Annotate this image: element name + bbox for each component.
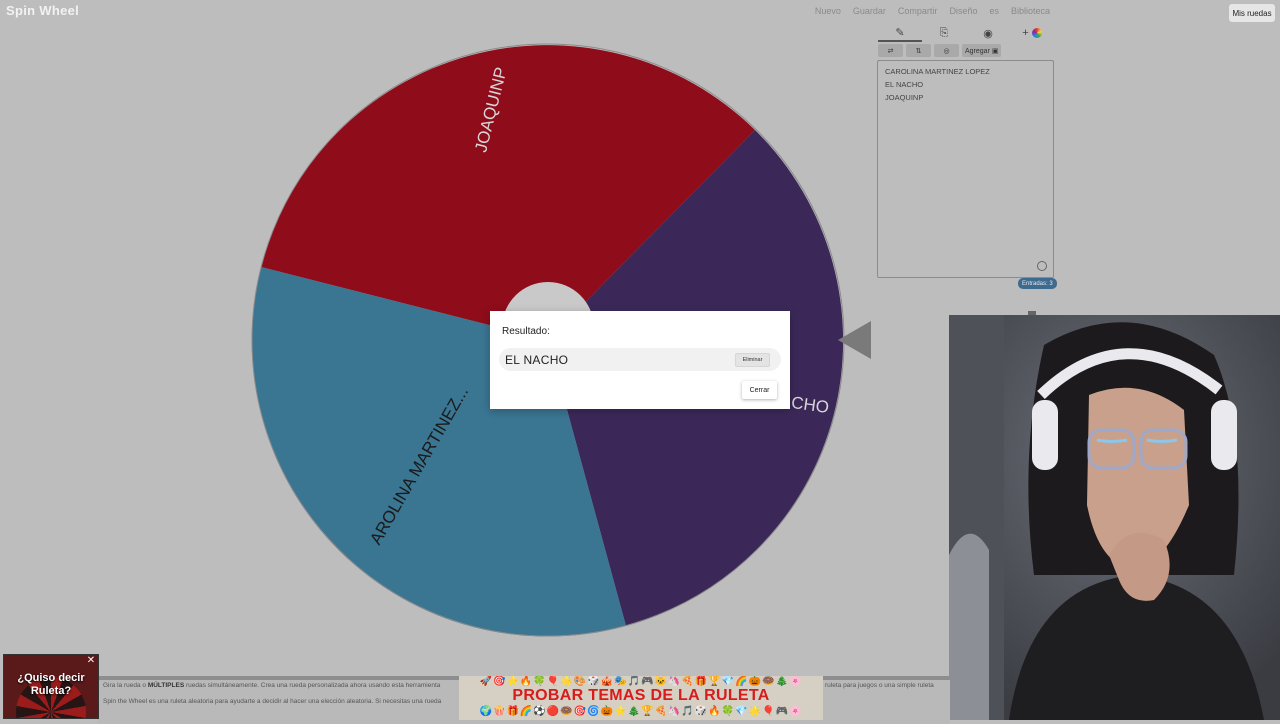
nav-language[interactable]: es [989, 6, 999, 16]
result-dialog: Resultado: EL NACHO Eliminar Cerrar [490, 311, 790, 409]
add-icon: + [1022, 27, 1029, 39]
nav-share[interactable]: Compartir [898, 6, 938, 16]
wheel-pointer-icon [838, 321, 871, 359]
tab-edit[interactable]: ✎ [878, 24, 922, 42]
add-image-button[interactable]: Agregar ▣ [962, 44, 1002, 57]
pencil-icon: ✎ [895, 26, 905, 39]
color-wheel-icon [1031, 28, 1042, 38]
tab-add-color[interactable]: + [1010, 24, 1054, 42]
remove-button[interactable]: Eliminar [735, 353, 770, 367]
webcam-overlay [949, 315, 1280, 720]
tab-hidden[interactable]: ◉ [966, 24, 1010, 42]
ad-roulette[interactable]: ¿Quiso decir Ruleta? ✕ [3, 654, 99, 719]
sort-button[interactable]: ⇅ [906, 44, 931, 57]
close-icon[interactable]: ✕ [86, 656, 96, 666]
close-button[interactable]: Cerrar [742, 381, 777, 399]
nav-design[interactable]: Diseño [949, 6, 977, 16]
nav-library[interactable]: Biblioteca [1011, 6, 1050, 16]
entry-count-badge: Entradas: 3 [1018, 278, 1057, 289]
ad-text: ¿Quiso decir Ruleta? [17, 672, 85, 697]
result-name: EL NACHO [505, 353, 569, 367]
description-line-1-right: ruleta para juegos o una simple ruleta [825, 682, 934, 689]
eye-slash-icon: ◉ [983, 27, 993, 40]
image-button[interactable]: ◎ [934, 44, 959, 57]
shuffle-button[interactable]: ⇄ [878, 44, 903, 57]
entries-textarea[interactable]: CAROLINA MARTINEZ LOPEZ EL NACHO JOAQUIN… [877, 60, 1054, 278]
banner-emoji-row: 🌍🍿🎁🌈⚽🔴🍩🎯🌀🎃⭐🎄🏆🍕🦄🎵🎲🔥🍀💎🌟🎈🎮🌸 [479, 706, 803, 717]
my-wheels-button[interactable]: Mis ruedas [1229, 4, 1275, 22]
entries-toolbar: ⇄ ⇅ ◎ Agregar ▣ [878, 44, 1002, 57]
webcam-image [949, 315, 1280, 720]
clipboard-icon: ⎘ [939, 26, 949, 39]
description-line-2: Spin the Wheel es una ruleta aleatoria p… [103, 698, 442, 705]
dialog-title: Resultado: [502, 326, 550, 337]
themes-banner[interactable]: 🚀🎯⭐🔥🍀🎈🌟🎨🎲🎪🎭🎵🎮🐱🦄🍕🎁🏆💎🌈🎃🍩🎄🌸 PROBAR TEMAS DE… [459, 676, 823, 720]
entry-line: JOAQUINP [885, 93, 924, 102]
editor-tabs: ✎ ⎘ ◉ + [878, 24, 1054, 42]
emoji-icon[interactable] [1037, 261, 1047, 271]
entry-line: EL NACHO [885, 80, 924, 89]
entry-line: CAROLINA MARTINEZ LOPEZ [885, 67, 990, 76]
result-row: EL NACHO Eliminar [499, 348, 781, 371]
tab-results[interactable]: ⎘ [922, 24, 966, 42]
banner-title: PROBAR TEMAS DE LA RULETA [512, 687, 770, 704]
description-line-1: Gira la rueda o MÚLTIPLES ruedas simultá… [103, 682, 441, 689]
